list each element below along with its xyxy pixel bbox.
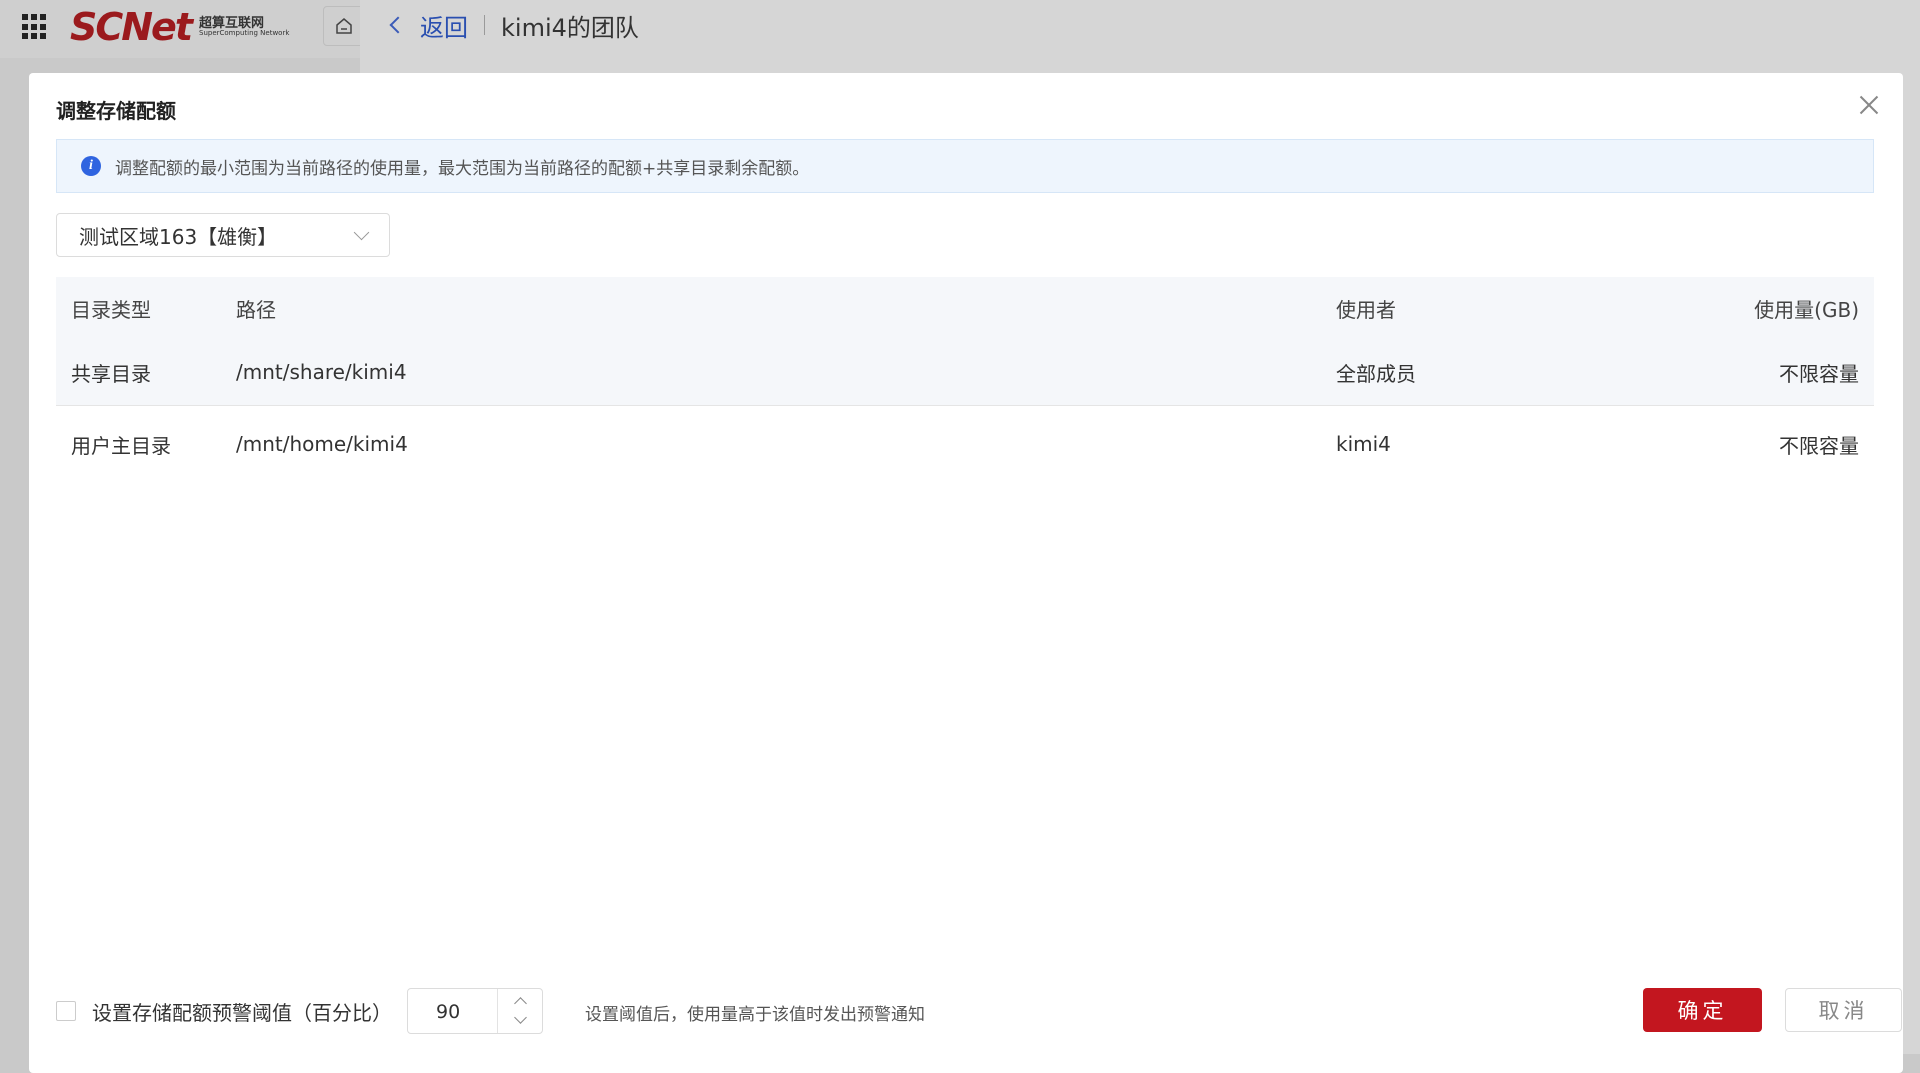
- column-header-user: 使用者: [1336, 297, 1396, 322]
- cell-path: /mnt/home/kimi4: [236, 432, 408, 456]
- threshold-stepper[interactable]: 90: [407, 988, 543, 1034]
- column-header-usage: 使用量(GB): [1754, 297, 1859, 322]
- logo[interactable]: SCNet 超算互联网 SuperComputing Network: [70, 2, 289, 52]
- quota-table: 目录类型 路径 使用者 使用量(GB) 共享目录 /mnt/share/kimi…: [56, 277, 1874, 482]
- confirm-button[interactable]: 确定: [1643, 988, 1762, 1032]
- info-alert: i 调整配额的最小范围为当前路径的使用量，最大范围为当前路径的配额+共享目录剩余…: [56, 139, 1874, 193]
- threshold-hint: 设置阈值后，使用量高于该值时发出预警通知: [585, 1005, 925, 1025]
- info-icon: i: [81, 156, 101, 176]
- logo-en-text: SuperComputing Network: [199, 29, 290, 37]
- column-header-path: 路径: [236, 297, 276, 322]
- top-bar: SCNet 超算互联网 SuperComputing Network: [0, 0, 365, 58]
- region-select[interactable]: 测试区域163【雄衡】: [56, 213, 390, 257]
- divider: [484, 15, 485, 35]
- threshold-value[interactable]: 90: [436, 1001, 460, 1023]
- table-row: 共享目录 /mnt/share/kimi4 全部成员 不限容量: [56, 339, 1874, 406]
- home-icon: [336, 18, 352, 34]
- threshold-label: 设置存储配额预警阈值（百分比）: [92, 1001, 392, 1025]
- table-header: 目录类型 路径 使用者 使用量(GB): [56, 277, 1874, 339]
- breadcrumb: 返回 kimi4的团队: [389, 6, 639, 44]
- dialog-footer: 设置存储配额预警阈值（百分比） 90 设置阈值后，使用量高于该值时发出预警通知 …: [56, 988, 1902, 1034]
- cell-user: kimi4: [1336, 432, 1391, 456]
- cell-user: 全部成员: [1336, 361, 1416, 386]
- info-text: 调整配额的最小范围为当前路径的使用量，最大范围为当前路径的配额+共享目录剩余配额…: [115, 158, 810, 179]
- cell-path: /mnt/share/kimi4: [236, 360, 407, 384]
- dialog-title: 调整存储配额: [56, 99, 176, 123]
- chevron-down-icon: [353, 224, 370, 241]
- app-grid-icon[interactable]: [22, 14, 48, 40]
- cell-usage: 不限容量: [1779, 433, 1859, 458]
- page-title: kimi4的团队: [501, 13, 639, 42]
- adjust-quota-dialog: 调整存储配额 i 调整配额的最小范围为当前路径的使用量，最大范围为当前路径的配额…: [29, 73, 1903, 1073]
- increment-icon[interactable]: [514, 997, 527, 1010]
- stepper-arrows: [497, 989, 542, 1033]
- table-row: 用户主目录 /mnt/home/kimi4 kimi4 不限容量: [56, 406, 1874, 482]
- close-icon[interactable]: [1857, 93, 1881, 117]
- chevron-left-icon[interactable]: [389, 16, 407, 34]
- region-select-value: 测试区域163【雄衡】: [79, 224, 278, 249]
- decrement-icon[interactable]: [514, 1011, 527, 1024]
- back-link[interactable]: 返回: [420, 8, 468, 43]
- column-header-type: 目录类型: [71, 297, 151, 322]
- threshold-checkbox[interactable]: [56, 1001, 76, 1021]
- cancel-button[interactable]: 取消: [1785, 988, 1902, 1032]
- cell-type: 用户主目录: [71, 433, 171, 458]
- logo-main-text: SCNet: [70, 5, 193, 49]
- cell-usage: 不限容量: [1779, 361, 1859, 386]
- home-button[interactable]: [323, 6, 365, 46]
- cell-type: 共享目录: [71, 361, 151, 386]
